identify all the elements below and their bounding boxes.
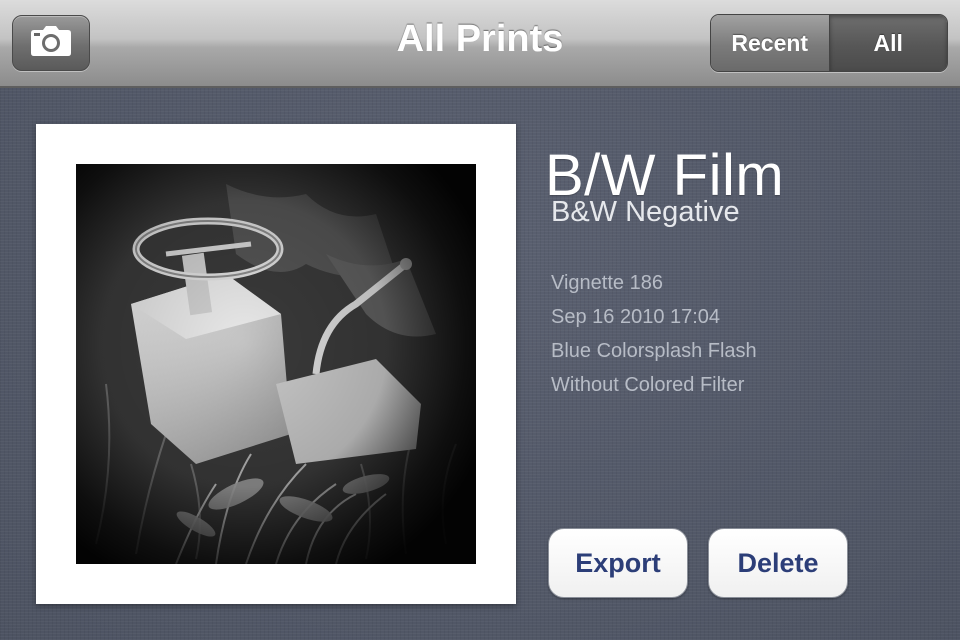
camera-button[interactable] <box>12 15 90 71</box>
delete-button[interactable]: Delete <box>708 528 848 598</box>
print-details: Vignette 186 Sep 16 2010 17:04 Blue Colo… <box>551 270 757 406</box>
segment-recent[interactable]: Recent <box>711 15 830 71</box>
detail-flash: Blue Colorsplash Flash <box>551 340 757 362</box>
navigation-bar: All Prints Recent All <box>0 0 960 88</box>
print-photo[interactable] <box>76 164 476 564</box>
detail-vignette: Vignette 186 <box>551 272 663 294</box>
film-type: B&W Negative <box>551 196 740 228</box>
camera-icon <box>30 25 72 62</box>
export-button[interactable]: Export <box>548 528 688 598</box>
detail-filter: Without Colored Filter <box>551 374 745 396</box>
print-detail-view: B/W Film B&W Negative Vignette 186 Sep 1… <box>0 88 960 640</box>
filter-segmented-control: Recent All <box>710 14 948 72</box>
segment-all[interactable]: All <box>829 15 947 71</box>
print-frame <box>36 124 516 604</box>
detail-date: Sep 16 2010 17:04 <box>551 306 721 328</box>
